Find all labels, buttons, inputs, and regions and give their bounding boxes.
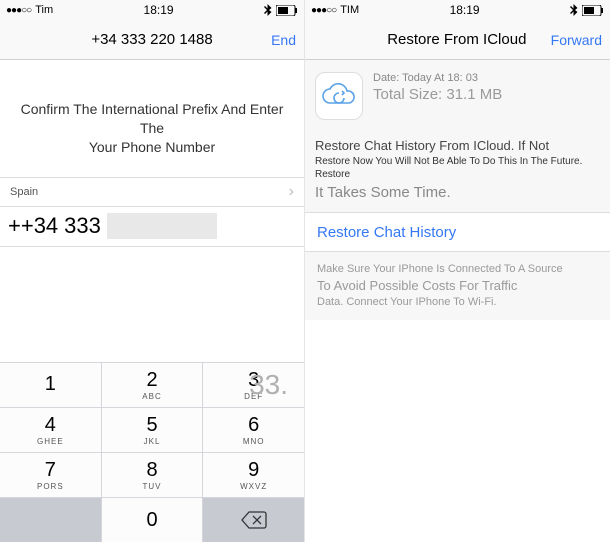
status-time: 18:19 [450,3,480,17]
wifi-advice-text: Make Sure Your IPhone Is Connected To A … [305,252,610,319]
battery-icon [582,5,604,16]
key-3-ghost: 33. [249,369,288,401]
bluetooth-icon [264,4,272,16]
signal-dots-icon: ●●●○○ [6,5,31,16]
status-time: 18:19 [144,3,174,17]
cloud-restore-icon [315,72,363,120]
phone-input-row[interactable]: ++34 333 [0,207,304,247]
key-3[interactable]: 3 DEF 33. [203,363,304,407]
key-0[interactable]: 0 [102,498,203,542]
key-delete[interactable] [203,498,304,542]
country-label: Spain [10,186,38,198]
phone-prefix: ++34 [0,213,64,239]
forward-button[interactable]: Forward [551,32,602,48]
key-1[interactable]: 1 [0,363,101,407]
key-blank [0,498,101,542]
backup-size: Total Size: 31.1 MB [373,86,600,103]
backup-date: Date: Today At 18: 03 [373,72,600,84]
key-7[interactable]: 7 PoRS [0,453,101,497]
nav-bar: Restore From ICloud Forward [305,20,610,60]
key-2[interactable]: 2 ABC [102,363,203,407]
signal-dots-icon: ●●●○○ [311,5,336,16]
status-bar: ●●●○○ TIM 18:19 [305,0,610,20]
bluetooth-icon [570,4,578,16]
instruction-text: Confirm The International Prefix And Ent… [0,60,304,177]
carrier-label: TIM [340,4,359,16]
restore-chat-history-button[interactable]: Restore Chat History [305,212,610,252]
backup-info-row: Date: Today At 18: 03 Total Size: 31.1 M… [315,72,600,120]
phone-entry-screen: ●●●○○ Tim 18:19 +34 333 220 1488 End Con… [0,0,305,542]
end-button[interactable]: End [246,32,296,48]
restore-description: Restore Chat History From ICloud. If Not… [305,128,610,212]
country-selector[interactable]: Spain › [0,177,304,207]
key-6[interactable]: 6 MNO [203,408,304,452]
phone-entered: 333 [64,213,107,239]
backspace-icon [241,511,267,529]
status-bar: ●●●○○ Tim 18:19 [0,0,304,20]
key-4[interactable]: 4 Ghee [0,408,101,452]
battery-icon [276,5,298,16]
phone-cursor[interactable] [107,213,217,239]
carrier-label: Tim [35,4,53,16]
nav-title: +34 333 220 1488 [58,31,246,48]
numeric-keypad: 1 2 ABC 3 DEF 33. 4 Ghee 5 JKL [0,362,304,542]
restore-icloud-screen: ●●●○○ TIM 18:19 Restore From ICloud Forw… [305,0,610,542]
key-9[interactable]: 9 Wxvz [203,453,304,497]
key-8[interactable]: 8 TUV [102,453,203,497]
chevron-right-icon: › [289,183,294,201]
nav-bar: +34 333 220 1488 End [0,20,304,60]
nav-title: Restore From ICloud [363,31,551,48]
key-5[interactable]: 5 JKL [102,408,203,452]
